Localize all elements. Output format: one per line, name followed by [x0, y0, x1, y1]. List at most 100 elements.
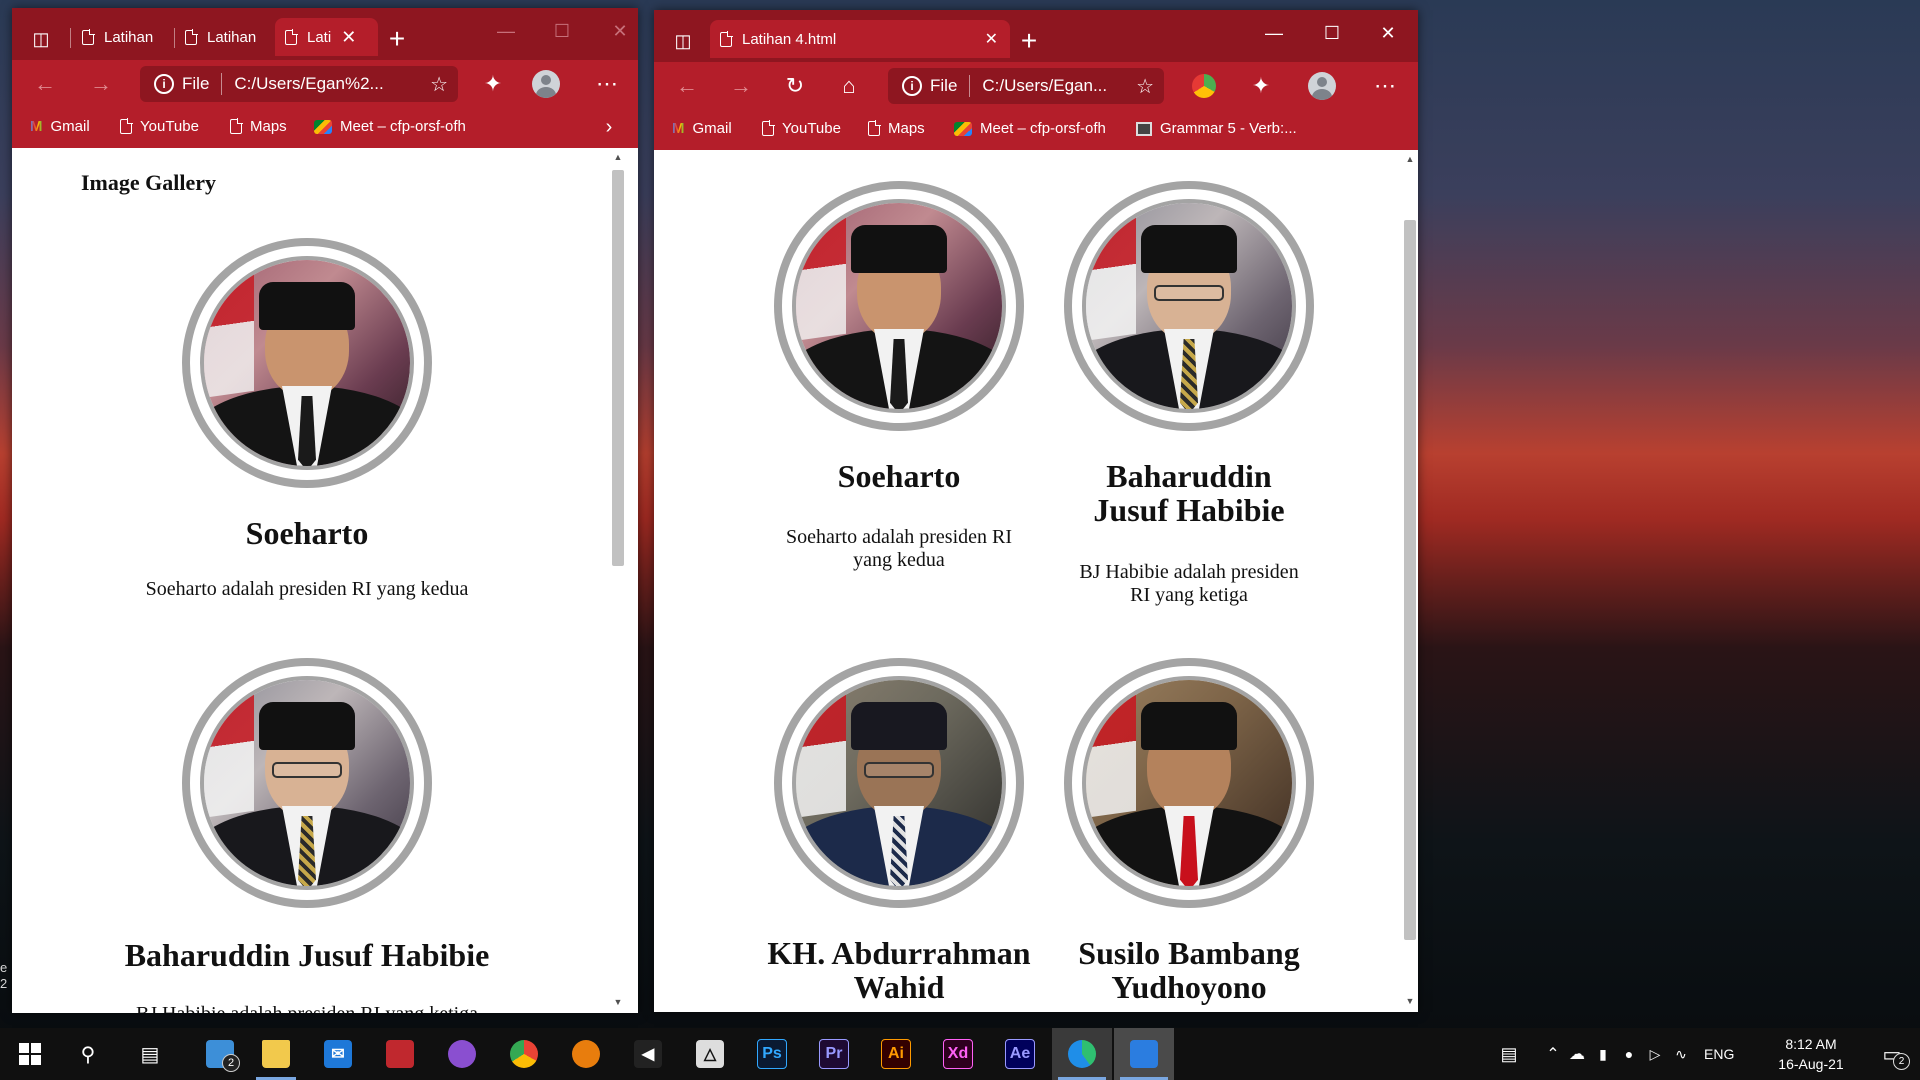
new-tab-icon[interactable]: + — [380, 23, 414, 54]
edge-icon[interactable] — [1052, 1028, 1112, 1080]
blender-icon[interactable] — [560, 1028, 612, 1080]
scroll-down-arrow-icon[interactable]: ▼ — [1402, 994, 1418, 1008]
onedrive-icon[interactable]: ☁ — [1564, 1044, 1590, 1064]
info-icon[interactable]: i — [154, 74, 174, 94]
profile-avatar[interactable] — [1308, 72, 1336, 100]
tab-label: Latihan — [104, 28, 154, 46]
close-window-icon[interactable]: ✕ — [1364, 18, 1412, 48]
photoshop-icon[interactable]: Ps — [746, 1028, 798, 1080]
chevron-right-icon[interactable]: › — [597, 114, 621, 140]
maximize-icon[interactable]: ☐ — [1308, 18, 1356, 48]
fav-label: Meet – cfp-orsf-ofh — [340, 118, 466, 135]
file-manager-icon[interactable]: 2 — [194, 1028, 246, 1080]
close-tab-icon[interactable]: ✕ — [985, 29, 998, 49]
after-effects-icon[interactable]: Ae — [994, 1028, 1046, 1080]
news-icon[interactable]: ▤ — [1494, 1044, 1524, 1065]
vscode-icon[interactable] — [1114, 1028, 1174, 1080]
scroll-down-arrow-icon[interactable]: ▼ — [610, 995, 626, 1009]
minimize-icon[interactable]: — — [1250, 18, 1298, 48]
address-bar[interactable]: i File C:/Users/Egan... ☆ — [888, 68, 1164, 104]
profile-avatar[interactable] — [532, 70, 560, 98]
notification-icon[interactable]: ▭ 2 — [1866, 1028, 1918, 1080]
home-icon[interactable]: ⌂ — [834, 72, 864, 100]
vertical-scrollbar[interactable]: ▲ ▼ — [610, 148, 626, 1013]
portrait-frame — [1064, 181, 1314, 431]
new-tab-icon[interactable]: + — [1012, 25, 1046, 56]
fav-grammar[interactable]: Grammar 5 - Verb:... — [1136, 120, 1297, 137]
illustrator-icon[interactable]: Ai — [870, 1028, 922, 1080]
card-description: Soeharto adalah presiden RI yang kedua — [785, 526, 1013, 571]
tab-actions-icon[interactable]: ◫ — [28, 26, 54, 52]
fav-label: Maps — [888, 120, 925, 137]
fav-meet[interactable]: Meet – cfp-orsf-ofh — [314, 118, 466, 135]
portrait-soeharto — [796, 203, 1002, 409]
address-bar[interactable]: i File C:/Users/Egan%2... ☆ — [140, 66, 458, 102]
chevron-up-icon[interactable]: ⌃ — [1542, 1044, 1564, 1064]
scroll-up-arrow-icon[interactable]: ▲ — [1402, 152, 1418, 166]
extension-color-icon[interactable]: . — [1192, 74, 1216, 98]
fav-youtube[interactable]: YouTube — [120, 118, 199, 135]
maximize-icon[interactable]: ☐ — [538, 16, 586, 46]
card-name: Baharuddin Jusuf Habibie — [124, 937, 490, 973]
gallery-card: Baharuddin Jusuf Habibie BJ Habibie adal… — [112, 658, 502, 1013]
portrait-wahid — [796, 680, 1002, 886]
more-menu-icon[interactable]: ⋯ — [1370, 72, 1400, 100]
refresh-icon[interactable]: ↻ — [780, 72, 810, 100]
card-name: KH. Abdurrahman Wahid — [767, 935, 1031, 1005]
search-icon[interactable]: ⚲ — [62, 1028, 114, 1080]
battery-icon[interactable]: ▮ — [1590, 1046, 1616, 1063]
tab-actions-icon[interactable]: ◫ — [670, 28, 696, 54]
fav-youtube[interactable]: YouTube — [762, 120, 841, 137]
tab-latihan-active[interactable]: Lati ✕ — [275, 18, 378, 56]
language-indicator[interactable]: ENG — [1704, 1046, 1734, 1062]
favorite-star-icon[interactable]: ☆ — [1136, 74, 1154, 99]
scroll-up-arrow-icon[interactable]: ▲ — [610, 150, 626, 164]
fav-label: Maps — [250, 118, 287, 135]
clock[interactable]: 8:12 AM 16-Aug-21 — [1766, 1034, 1856, 1074]
favorite-star-icon[interactable]: ☆ — [430, 72, 448, 97]
mail-icon[interactable]: ✉ — [312, 1028, 364, 1080]
gallery-card: Soeharto — [112, 238, 502, 558]
fav-gmail[interactable]: M Gmail — [30, 118, 90, 135]
xd-icon[interactable]: Xd — [932, 1028, 984, 1080]
premiere-icon[interactable]: Pr — [808, 1028, 860, 1080]
task-view-icon[interactable]: ▤ — [124, 1028, 176, 1080]
file-explorer-icon[interactable] — [250, 1028, 302, 1080]
microphone-icon[interactable]: ● — [1616, 1046, 1642, 1062]
tab-latihan-4[interactable]: Latihan 4.html ✕ — [710, 20, 1010, 58]
portrait-frame — [182, 658, 432, 908]
close-window-icon[interactable]: ✕ — [596, 16, 638, 46]
card-name: Susilo Bambang Yudhoyono — [1078, 935, 1300, 1005]
back-icon[interactable]: ← — [30, 70, 60, 98]
wifi-icon[interactable]: ∿ — [1668, 1046, 1694, 1063]
card-description: Soeharto adalah presiden RI yang kedua — [145, 578, 469, 600]
game-icon[interactable] — [374, 1028, 426, 1080]
fav-gmail[interactable]: M Gmail — [672, 120, 732, 137]
scroll-thumb[interactable] — [612, 170, 624, 566]
tab-latihan-2[interactable]: Latihan — [175, 18, 275, 56]
fav-maps[interactable]: Maps — [868, 120, 925, 137]
unity-icon[interactable]: △ — [684, 1028, 736, 1080]
fav-maps[interactable]: Maps — [230, 118, 287, 135]
forward-icon[interactable]: → — [86, 70, 116, 98]
start-icon[interactable] — [4, 1028, 56, 1080]
more-menu-icon[interactable]: ⋯ — [592, 70, 622, 98]
back-icon[interactable]: ← — [672, 72, 702, 100]
minimize-icon[interactable]: — — [482, 16, 530, 46]
extensions-icon[interactable]: ✦ — [478, 70, 508, 98]
fav-label: Gmail — [692, 120, 732, 137]
visual-studio-icon[interactable]: ◀ — [622, 1028, 674, 1080]
github-icon[interactable] — [436, 1028, 488, 1080]
vertical-scrollbar[interactable]: ▲ ▼ — [1402, 150, 1418, 1012]
info-icon[interactable]: i — [902, 76, 922, 96]
tab-latihan-1[interactable]: Latihan — [72, 18, 172, 56]
forward-icon[interactable]: → — [726, 72, 756, 100]
chrome-icon[interactable] — [498, 1028, 550, 1080]
close-tab-icon[interactable]: ✕ — [341, 27, 356, 48]
page-title: Image Gallery — [81, 170, 217, 195]
fav-meet[interactable]: Meet – cfp-orsf-ofh — [954, 120, 1106, 137]
volume-icon[interactable]: ▷ — [1642, 1046, 1668, 1063]
portrait-frame — [1064, 658, 1314, 908]
extensions-icon[interactable]: ✦ — [1246, 72, 1276, 100]
scroll-thumb[interactable] — [1404, 220, 1416, 940]
